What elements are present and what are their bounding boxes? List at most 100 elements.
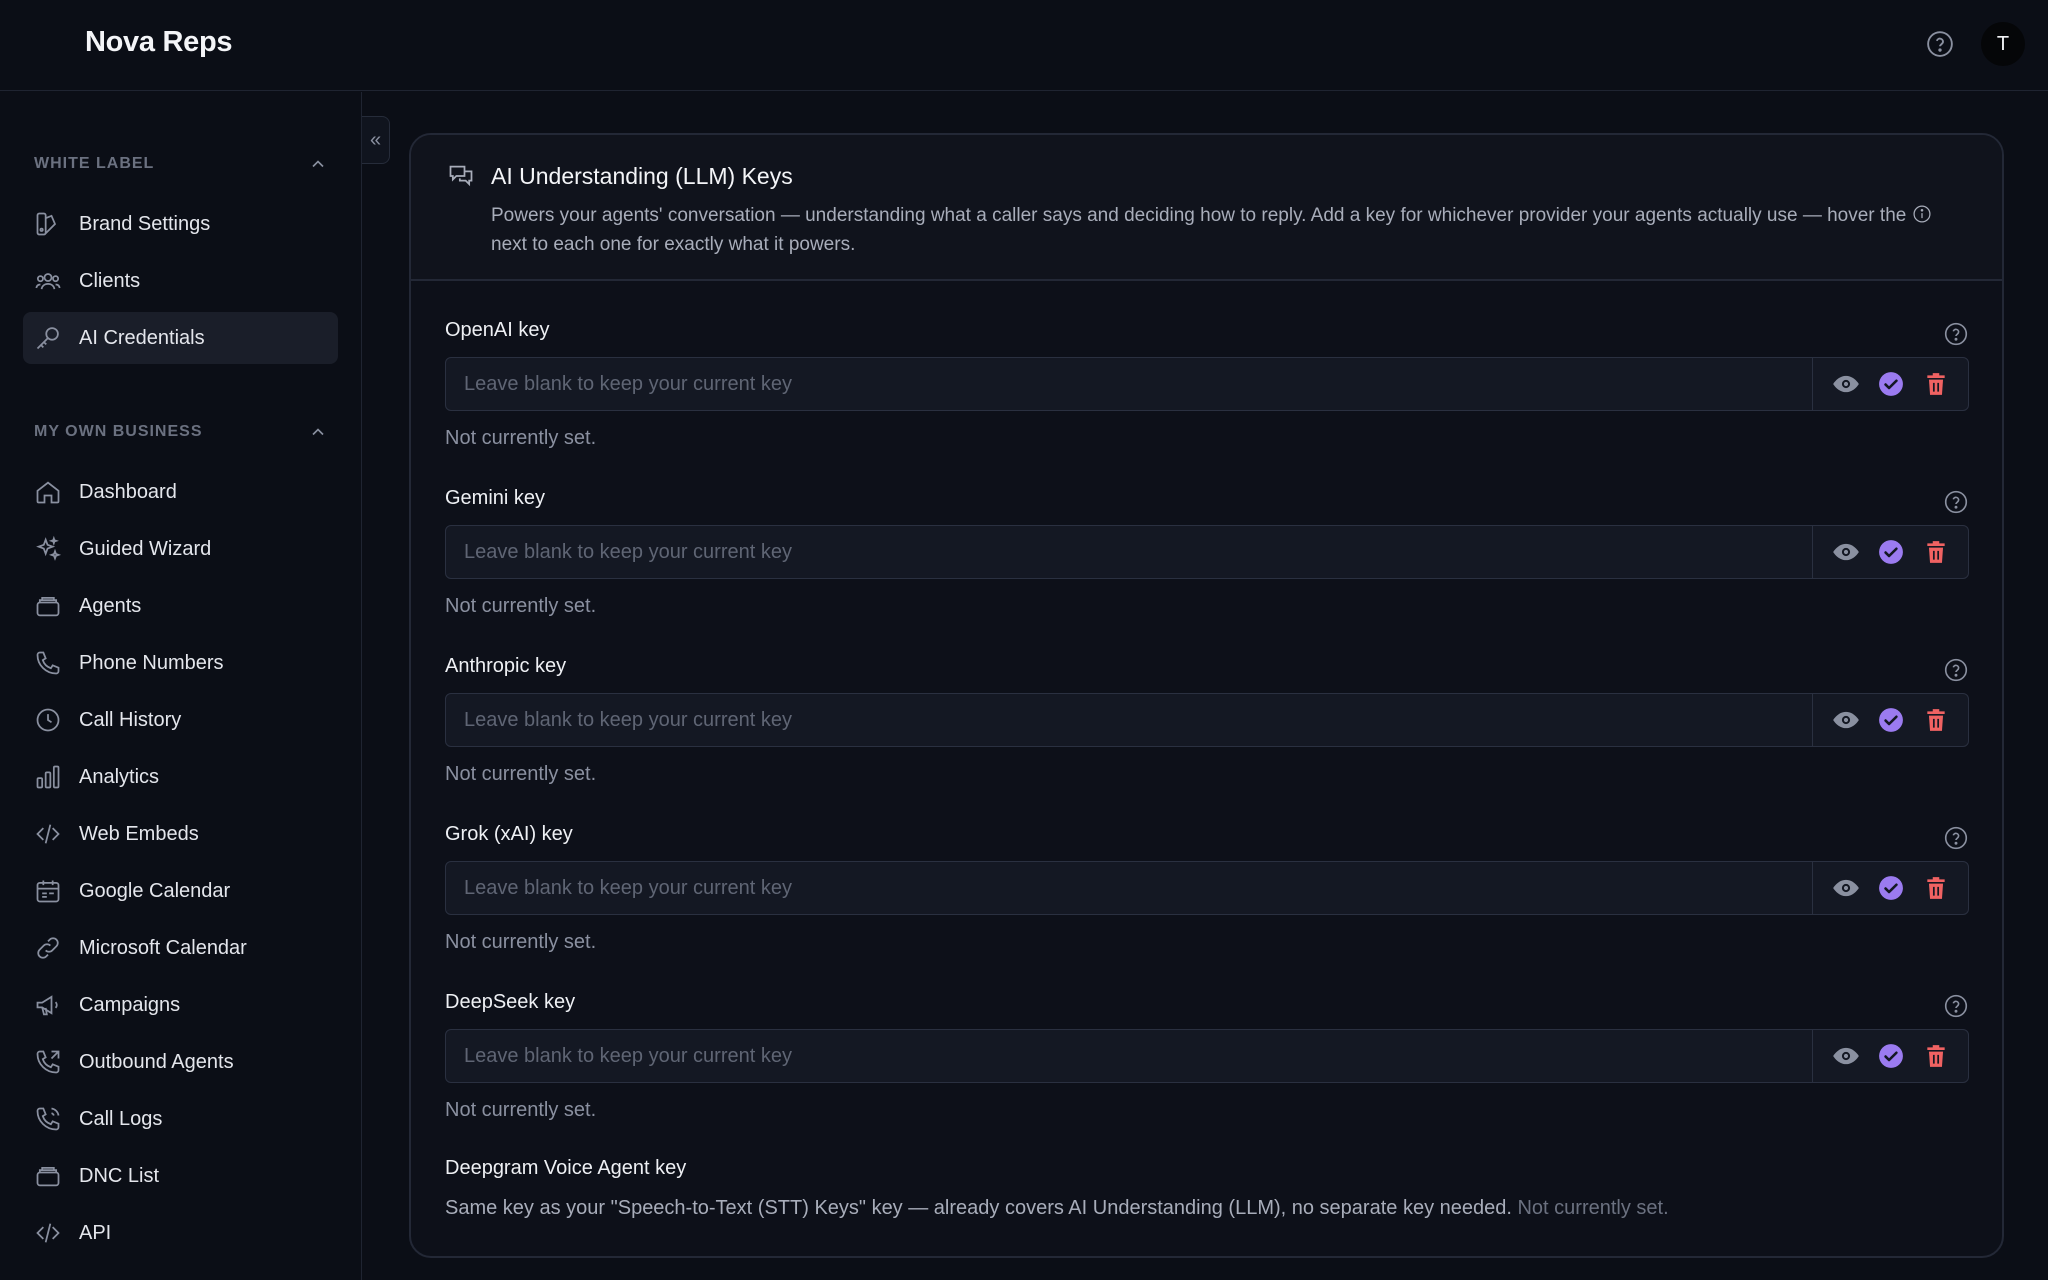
llm-keys-card: AI Understanding (LLM) Keys Powers your … bbox=[409, 133, 2004, 1258]
eye-icon[interactable] bbox=[1832, 706, 1860, 734]
stack-icon bbox=[34, 1162, 62, 1190]
sidebar-item-call-history[interactable]: Call History bbox=[23, 694, 338, 746]
check-circle-icon[interactable] bbox=[1877, 370, 1905, 398]
sidebar-item-analytics[interactable]: Analytics bbox=[23, 751, 338, 803]
key-label: Grok (xAI) key bbox=[445, 823, 573, 845]
key-status: Not currently set. bbox=[445, 763, 597, 785]
key-actions bbox=[1812, 358, 1968, 410]
description-text: next to each one for exactly what it pow… bbox=[491, 234, 856, 255]
openai-key-field: OpenAI key Not currently set. bbox=[445, 319, 1969, 459]
help-icon[interactable] bbox=[1943, 489, 1969, 515]
key-status: Not currently set. bbox=[445, 931, 597, 953]
key-status: Not currently set. bbox=[445, 427, 597, 449]
key-input-row bbox=[445, 1029, 1969, 1083]
sidebar-item-clients[interactable]: Clients bbox=[23, 255, 338, 307]
help-icon[interactable] bbox=[1943, 657, 1969, 683]
sidebar-item-label: Microsoft Calendar bbox=[79, 936, 247, 959]
deepgram-key-label: Deepgram Voice Agent key bbox=[445, 1157, 687, 1179]
check-circle-icon[interactable] bbox=[1877, 706, 1905, 734]
bar-chart-icon bbox=[34, 763, 62, 791]
sidebar-item-label: Call History bbox=[79, 708, 182, 731]
sidebar-item-label: Campaigns bbox=[79, 993, 181, 1016]
sidebar-item-dashboard[interactable]: Dashboard bbox=[23, 466, 338, 518]
sidebar-item-label: API bbox=[79, 1221, 112, 1244]
sidebar-item-outbound-agents[interactable]: Outbound Agents bbox=[23, 1036, 338, 1088]
anthropic-key-field: Anthropic key Not currently set. bbox=[445, 655, 1969, 795]
sidebar-item-campaigns[interactable]: Campaigns bbox=[23, 979, 338, 1031]
sidebar-item-brand-settings[interactable]: Brand Settings bbox=[23, 198, 338, 250]
deepseek-key-field: DeepSeek key Not currently set. bbox=[445, 991, 1969, 1131]
sidebar-item-label: DNC List bbox=[79, 1164, 160, 1187]
section-header-white-label[interactable]: WHITE LABEL bbox=[34, 152, 328, 176]
phone-icon bbox=[34, 649, 62, 677]
deepseek-key-input[interactable] bbox=[446, 1030, 1812, 1082]
sidebar-item-agents[interactable]: Agents bbox=[23, 580, 338, 632]
sidebar-item-guided-wizard[interactable]: Guided Wizard bbox=[23, 523, 338, 575]
key-actions bbox=[1812, 526, 1968, 578]
help-icon[interactable] bbox=[1925, 29, 1955, 59]
help-icon[interactable] bbox=[1943, 993, 1969, 1019]
sidebar: WHITE LABEL Brand Settings Clients AI Cr… bbox=[0, 92, 362, 1280]
sidebar-item-api[interactable]: API bbox=[23, 1207, 338, 1259]
clock-icon bbox=[34, 706, 62, 734]
gemini-key-input[interactable] bbox=[446, 526, 1812, 578]
grok-key-input[interactable] bbox=[446, 862, 1812, 914]
trash-icon[interactable] bbox=[1922, 874, 1950, 902]
code-icon bbox=[34, 1219, 62, 1247]
description-text: Powers your agents' conversation — under… bbox=[491, 205, 1907, 226]
openai-key-input[interactable] bbox=[446, 358, 1812, 410]
sidebar-item-phone-numbers[interactable]: Phone Numbers bbox=[23, 637, 338, 689]
code-icon bbox=[34, 820, 62, 848]
sidebar-item-dnc-list[interactable]: DNC List bbox=[23, 1150, 338, 1202]
check-circle-icon[interactable] bbox=[1877, 538, 1905, 566]
key-actions bbox=[1812, 694, 1968, 746]
key-label: OpenAI key bbox=[445, 319, 550, 341]
trash-icon[interactable] bbox=[1922, 370, 1950, 398]
card-description: Powers your agents' conversation — under… bbox=[491, 201, 1951, 259]
brand-logo-text[interactable]: Nova Reps bbox=[85, 26, 232, 59]
link-icon bbox=[34, 934, 62, 962]
key-actions bbox=[1812, 862, 1968, 914]
deepgram-key-note: Same key as your "Speech-to-Text (STT) K… bbox=[445, 1197, 1669, 1220]
trash-icon[interactable] bbox=[1922, 706, 1950, 734]
card-title: AI Understanding (LLM) Keys bbox=[491, 163, 793, 189]
key-actions bbox=[1812, 1030, 1968, 1082]
sidebar-item-web-embeds[interactable]: Web Embeds bbox=[23, 808, 338, 860]
sidebar-item-google-calendar[interactable]: Google Calendar bbox=[23, 865, 338, 917]
eye-icon[interactable] bbox=[1832, 1042, 1860, 1070]
trash-icon[interactable] bbox=[1922, 538, 1950, 566]
section-header-my-own-business[interactable]: MY OWN BUSINESS bbox=[34, 420, 328, 444]
help-icon[interactable] bbox=[1943, 321, 1969, 347]
chevron-up-icon[interactable] bbox=[308, 154, 328, 174]
sparkles-icon bbox=[34, 535, 62, 563]
eye-icon[interactable] bbox=[1832, 370, 1860, 398]
key-label: Gemini key bbox=[445, 487, 546, 509]
megaphone-icon bbox=[34, 991, 62, 1019]
eye-icon[interactable] bbox=[1832, 538, 1860, 566]
sidebar-item-microsoft-calendar[interactable]: Microsoft Calendar bbox=[23, 922, 338, 974]
check-circle-icon[interactable] bbox=[1877, 1042, 1905, 1070]
eye-icon[interactable] bbox=[1832, 874, 1860, 902]
sidebar-item-label: Google Calendar bbox=[79, 879, 231, 902]
key-input-row bbox=[445, 693, 1969, 747]
sidebar-item-label: Dashboard bbox=[79, 480, 177, 503]
anthropic-key-input[interactable] bbox=[446, 694, 1812, 746]
top-bar: Nova Reps T bbox=[0, 0, 2048, 91]
sidebar-item-ai-credentials[interactable]: AI Credentials bbox=[23, 312, 338, 364]
key-label: Anthropic key bbox=[445, 655, 567, 677]
key-label: DeepSeek key bbox=[445, 991, 576, 1013]
user-avatar[interactable]: T bbox=[1981, 22, 2025, 66]
deepgram-status: Not currently set. bbox=[1517, 1197, 1669, 1219]
sidebar-item-call-logs[interactable]: Call Logs bbox=[23, 1093, 338, 1145]
key-icon bbox=[34, 324, 62, 352]
sidebar-item-label: Outbound Agents bbox=[79, 1050, 234, 1073]
section-label: MY OWN BUSINESS bbox=[34, 423, 203, 440]
help-icon[interactable] bbox=[1943, 825, 1969, 851]
trash-icon[interactable] bbox=[1922, 1042, 1950, 1070]
collapse-sidebar-button[interactable]: « bbox=[362, 116, 390, 164]
chevron-up-icon[interactable] bbox=[308, 422, 328, 442]
info-icon bbox=[1912, 204, 1932, 224]
key-input-row bbox=[445, 525, 1969, 579]
check-circle-icon[interactable] bbox=[1877, 874, 1905, 902]
sidebar-item-label: Call Logs bbox=[79, 1107, 163, 1130]
